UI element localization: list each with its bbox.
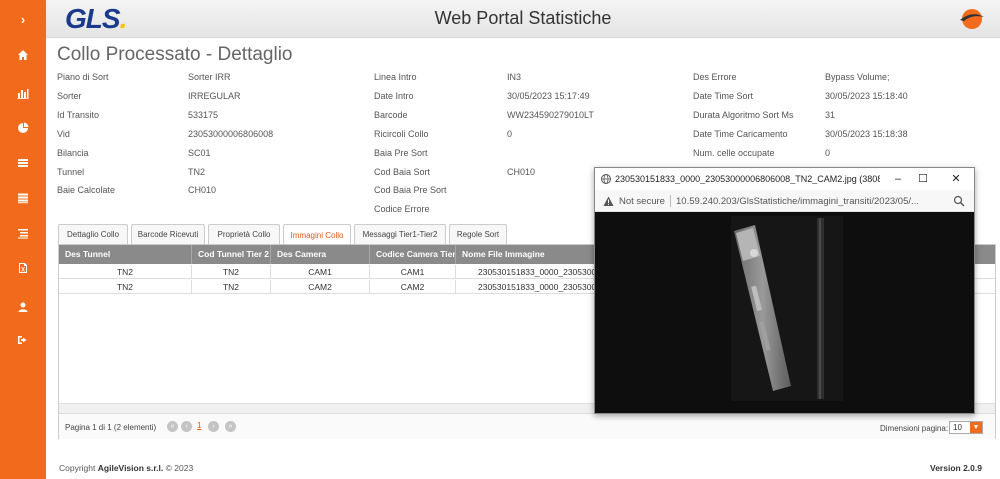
field-value: CH010 <box>507 167 536 177</box>
sidebar: › <box>0 0 46 479</box>
table-icon[interactable] <box>0 188 46 208</box>
version-label: Version 2.0.9 <box>930 463 982 473</box>
first-page-icon[interactable]: « <box>167 421 178 432</box>
field-label: Cod Baia Sort <box>374 167 431 177</box>
field-value: 31 <box>825 110 836 120</box>
table-cell: CAM2 <box>271 280 370 294</box>
field-value: 23053000006806008 <box>188 129 274 139</box>
field-label: Durata Algoritmo Sort Ms <box>693 110 794 120</box>
field-value: CH010 <box>188 185 217 195</box>
bar-chart-icon[interactable] <box>0 83 46 103</box>
field-value: 30/05/2023 15:18:40 <box>825 91 908 101</box>
excel-file-icon[interactable] <box>0 258 46 278</box>
field-label: Id Transito <box>57 110 100 120</box>
table-cell: TN2 <box>192 280 271 294</box>
agilevision-logo <box>946 6 986 32</box>
column-header[interactable]: Codice Camera Tier 2 <box>370 245 456 264</box>
company-name: AgileVision s.r.l. <box>97 463 164 473</box>
field-value: 0 <box>825 148 831 158</box>
globe-icon <box>601 174 611 184</box>
table-cell: TN2 <box>192 265 271 279</box>
minimize-icon[interactable]: – <box>888 171 908 187</box>
page-size-select[interactable]: 10 ▼ <box>949 421 983 434</box>
maximize-icon[interactable]: ☐ <box>913 171 933 187</box>
field-label: Date Intro <box>374 91 414 101</box>
prev-page-icon[interactable]: ‹ <box>181 421 192 432</box>
pie-chart-icon[interactable] <box>0 118 46 138</box>
field-label: Baie Calcolate <box>57 185 116 195</box>
field-label: Num. celle occupate <box>693 148 775 158</box>
field-value: 533175 <box>188 110 219 120</box>
field-value: WW234590279010LT <box>507 110 594 120</box>
table-cell: TN2 <box>59 265 192 279</box>
image-viewer <box>595 212 974 413</box>
url-text[interactable]: 10.59.240.203/GlsStatistiche/immagini_tr… <box>676 196 941 207</box>
page-size-label: Dimensioni pagina: <box>880 424 949 433</box>
indent-list-icon[interactable] <box>0 223 46 243</box>
home-icon[interactable] <box>0 45 46 65</box>
field-value: IRREGULAR <box>188 91 241 101</box>
close-icon[interactable]: ✕ <box>946 171 966 187</box>
list-icon[interactable] <box>0 153 46 173</box>
address-bar[interactable]: Not secure 10.59.240.203/GlsStatistiche/… <box>595 190 974 212</box>
user-icon[interactable] <box>0 297 46 317</box>
column-header[interactable]: Des Camera <box>271 245 370 264</box>
url-separator <box>670 195 671 207</box>
field-label: Sorter <box>57 91 82 101</box>
field-label: Date Time Caricamento <box>693 129 788 139</box>
copyright: Copyright AgileVision s.r.l. © 2023 <box>59 463 194 473</box>
tab-barcode-ricevuti[interactable]: Barcode Ricevuti <box>131 224 205 244</box>
header-bar: GLS. Web Portal Statistiche <box>46 0 1000 38</box>
field-label: Codice Errore <box>374 204 430 214</box>
field-value: TN2 <box>188 167 206 177</box>
field-value: 30/05/2023 15:17:49 <box>507 91 590 101</box>
field-value: Sorter IRR <box>188 72 231 82</box>
last-page-icon[interactable]: » <box>225 421 236 432</box>
field-label: Barcode <box>374 110 408 120</box>
field-value: 0 <box>507 129 513 139</box>
image-popup-window[interactable]: 230530151833_0000_23053000006806008_TN2_… <box>594 167 975 414</box>
warning-icon <box>603 196 614 206</box>
page-number[interactable]: 1 <box>197 421 201 430</box>
zoom-icon[interactable] <box>953 195 965 207</box>
field-value: SC01 <box>188 148 211 158</box>
tab-messaggi-tier1-tier2[interactable]: Messaggi Tier1-Tier2 <box>354 224 446 244</box>
field-label: Cod Baia Pre Sort <box>374 185 447 195</box>
tab-proprieta-collo[interactable]: Proprietà Collo <box>208 224 280 244</box>
field-label: Date Time Sort <box>693 91 754 101</box>
field-label: Ricircoli Collo <box>374 129 429 139</box>
not-secure-label[interactable]: Not secure <box>619 196 665 207</box>
field-value: Bypass Volume; <box>825 72 890 82</box>
tab-dettaglio-collo[interactable]: Dettaglio Collo <box>58 224 128 244</box>
page-size-value: 10 <box>953 423 962 432</box>
table-cell: CAM1 <box>370 265 456 279</box>
table-cell: CAM2 <box>370 280 456 294</box>
field-label: Vid <box>57 129 70 139</box>
tab-immagini-collo[interactable]: Immagini Collo <box>283 224 351 245</box>
field-label: Bilancia <box>57 148 89 158</box>
table-cell: TN2 <box>59 280 192 294</box>
field-label: Linea Intro <box>374 72 417 82</box>
portal-title: Web Portal Statistiche <box>434 8 612 28</box>
parcel-xray-image <box>731 216 843 401</box>
next-page-icon[interactable]: › <box>208 421 219 432</box>
column-header[interactable]: Des Tunnel <box>59 245 192 264</box>
field-value: IN3 <box>507 72 522 82</box>
field-label: Des Errore <box>693 72 737 82</box>
field-label: Baia Pre Sort <box>374 148 428 158</box>
field-label: Tunnel <box>57 167 85 177</box>
field-value: 30/05/2023 15:18:38 <box>825 129 908 139</box>
tab-regole-sort[interactable]: Regole Sort <box>449 224 507 244</box>
sidebar-toggle-chevron-icon[interactable]: › <box>0 0 46 38</box>
popup-title-bar[interactable]: 230530151833_0000_23053000006806008_TN2_… <box>595 168 974 190</box>
chevron-down-icon[interactable]: ▼ <box>970 422 982 433</box>
table-cell: CAM1 <box>271 265 370 279</box>
popup-title: 230530151833_0000_23053000006806008_TN2_… <box>615 174 880 184</box>
column-header[interactable]: Cod Tunnel Tier 2 <box>192 245 271 264</box>
pager-summary: Pagina 1 di 1 (2 elementi) <box>65 423 157 432</box>
sign-out-icon[interactable] <box>0 330 46 350</box>
page-title: Collo Processato - Dettaglio <box>57 44 293 65</box>
field-label: Piano di Sort <box>57 72 109 82</box>
pager: Pagina 1 di 1 (2 elementi) « ‹ 1 › » Dim… <box>59 413 995 439</box>
